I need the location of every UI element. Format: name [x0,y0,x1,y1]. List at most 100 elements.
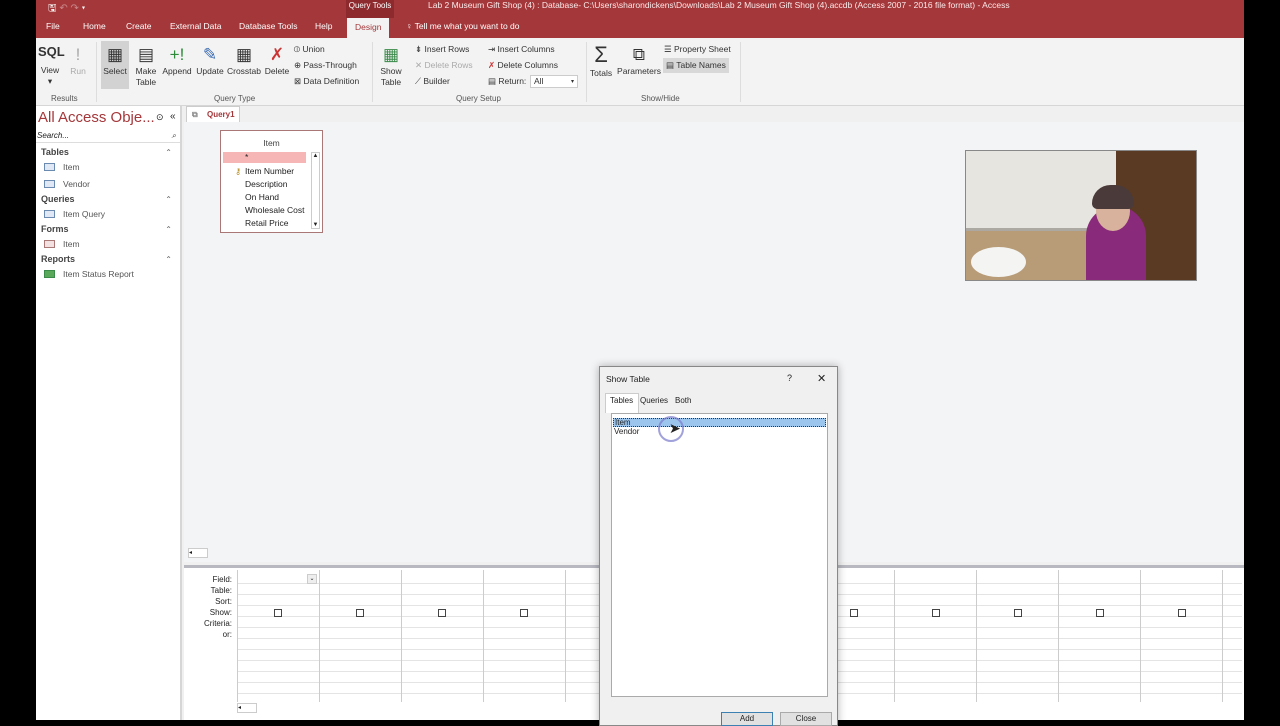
make-table-button[interactable]: ▤ Make Table [132,44,160,88]
nav-item-item-status-report[interactable]: Item Status Report [44,269,134,279]
append-button[interactable]: +! Append [160,44,194,77]
collapse-icon[interactable]: ⌃ [165,255,172,264]
show-checkbox[interactable] [356,609,364,617]
nav-item-vendor-table[interactable]: Vendor [44,179,90,189]
key-icon: ⚷ [235,166,242,176]
nav-section-tables[interactable]: Tables [41,147,69,157]
show-table-icon: ▦ [382,44,400,64]
nav-section-forms[interactable]: Forms [41,224,69,234]
field-all[interactable]: * [245,152,248,162]
show-checkbox[interactable] [1014,609,1022,617]
add-button[interactable]: Add [721,712,773,726]
table-names-button[interactable]: ▤ Table Names [663,58,729,73]
field-retail-price[interactable]: Retail Price [245,218,288,228]
tab-tables[interactable]: Tables [610,396,633,405]
update-button[interactable]: ✎ Update [194,44,226,77]
help-button[interactable]: ? [787,373,792,383]
field-item-number[interactable]: ⚷ Item Number [235,166,294,176]
return-dropdown[interactable]: All ▾ [530,75,578,88]
return-label: ▤ Return: [488,76,527,86]
tab-external-data[interactable]: External Data [170,21,222,31]
horizontal-scrollbar[interactable]: ◂ [188,548,208,558]
run-button[interactable]: ! Run [66,44,90,77]
tab-design[interactable]: Design [347,18,390,38]
tab-query1[interactable]: ⧉ Query1 [186,106,240,122]
delete-rows-button[interactable]: ✕ Delete Rows [415,60,473,71]
grid-horizontal-scrollbar[interactable]: ◂ [237,703,257,713]
field-list-item[interactable]: Item * ⚷ Item Number Description On Hand … [220,130,323,233]
select-button[interactable]: ▦ Select [101,41,129,89]
totals-button[interactable]: Σ Totals [588,42,614,79]
dialog-title: Show Table [606,374,650,384]
dialog-close-icon[interactable]: ✕ [817,372,826,385]
ribbon: SQL View ▾ ! Run Results ▦ Select ▤ Make Tabl… [36,38,1244,106]
show-checkbox[interactable] [438,609,446,617]
pass-through-button[interactable]: ⊕ Pass-Through [294,60,357,71]
query-tools-context: Query Tools [346,0,394,18]
lightbulb-icon: ♀ [406,21,415,31]
delete-columns-button[interactable]: ✗ Delete Columns [488,60,558,71]
nav-title[interactable]: All Access Obje... [38,109,155,126]
nav-item-item-table[interactable]: Item [44,162,80,172]
list-item-item[interactable]: Item [613,418,826,427]
collapse-icon[interactable]: ⌃ [165,148,172,157]
data-definition-button[interactable]: ⊠ Data Definition [294,76,359,87]
nav-item-item-query[interactable]: Item Query [44,209,105,219]
field-list-scrollbar[interactable]: ▲ ▼ [311,152,320,229]
tell-me-search[interactable]: ♀ Tell me what you want to do [406,21,519,31]
field-dropdown-chevron-icon[interactable]: ⌄ [307,574,317,584]
property-sheet-button[interactable]: ☰ Property Sheet [664,44,731,55]
show-checkbox[interactable] [1096,609,1104,617]
delete-icon: ✗ [269,44,285,64]
tab-file[interactable]: File [46,21,60,31]
tab-queries[interactable]: Queries [640,396,668,405]
group-query-setup: Query Setup [456,94,501,103]
make-table-icon: ▤ [137,44,155,64]
union-button[interactable]: ⦶ Union [294,44,325,55]
tab-home[interactable]: Home [83,21,106,31]
query-icon: ⧉ [192,110,198,119]
tab-database-tools[interactable]: Database Tools [239,21,297,31]
tab-help[interactable]: Help [315,21,332,31]
table-list[interactable]: Item Vendor ➤ [611,413,828,697]
ribbon-tabs: File Home Create External Data Database … [36,18,1244,38]
crosstab-button[interactable]: ▦ Crosstab [226,44,262,77]
show-checkbox[interactable] [520,609,528,617]
view-button[interactable]: SQL View ▾ [38,45,65,87]
field-wholesale-cost[interactable]: Wholesale Cost [245,205,305,215]
insert-columns-button[interactable]: ⇥ Insert Columns [488,44,555,55]
table-icon [44,180,55,188]
builder-button[interactable]: ⟋ Builder [415,76,450,87]
query-icon [44,210,55,218]
collapse-icon[interactable]: ⌃ [165,225,172,234]
tab-create[interactable]: Create [126,21,152,31]
show-checkbox[interactable] [1178,609,1186,617]
navigation-pane: All Access Obje... ⊙ « Search... ⌕ Tables… [36,106,182,720]
insert-rows-button[interactable]: ⇟ Insert Rows [415,44,469,55]
crosstab-icon: ▦ [235,44,253,64]
show-checkbox[interactable] [850,609,858,617]
shutter-bar-close-icon[interactable]: « [170,111,176,122]
group-results: Results [51,94,78,103]
nav-menu-icon[interactable]: ⊙ [156,112,164,123]
delete-button[interactable]: ✗ Delete [262,44,292,77]
sigma-icon: Σ [594,41,608,67]
show-table-button[interactable]: ▦ Show Table [376,44,406,88]
nav-section-reports[interactable]: Reports [41,254,75,264]
nav-item-item-form[interactable]: Item [44,239,80,249]
collapse-icon[interactable]: ⌃ [165,195,172,204]
show-table-dialog: Show Table ? ✕ Tables Queries Both Item … [599,366,838,726]
close-button[interactable]: Close [780,712,832,726]
nav-search-input[interactable]: Search... ⌕ [36,131,180,143]
parameters-button[interactable]: ⧉ Parameters [616,44,662,77]
tab-both[interactable]: Both [675,396,691,405]
show-checkbox[interactable] [932,609,940,617]
field-on-hand[interactable]: On Hand [245,192,279,202]
field-description[interactable]: Description [245,179,288,189]
quick-access-save-icon[interactable]: 🖫 ↶ ↷ ▾ [48,1,85,18]
nav-section-queries[interactable]: Queries [41,194,75,204]
show-checkbox[interactable] [274,609,282,617]
parameters-icon: ⧉ [632,44,646,64]
list-item-vendor[interactable]: Vendor [614,427,639,436]
mouse-cursor-icon: ➤ [669,420,681,436]
